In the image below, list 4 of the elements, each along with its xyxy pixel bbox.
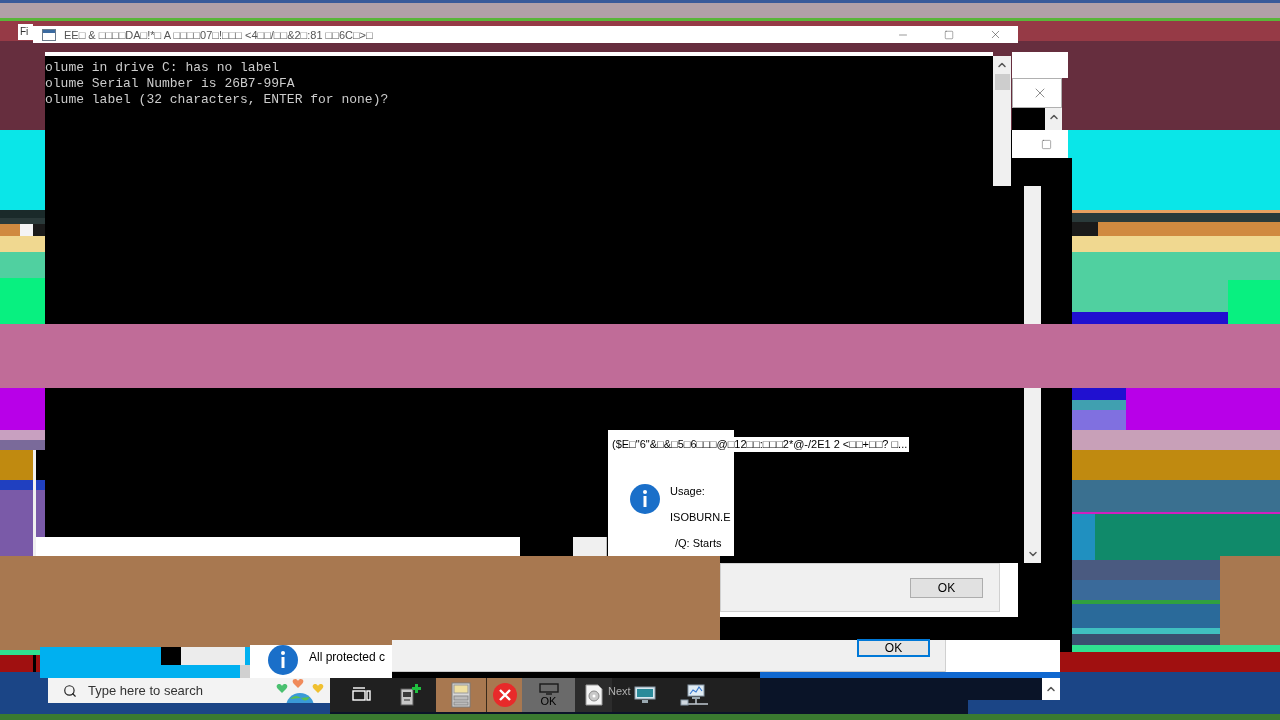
message-text: ISOBURN.E: [670, 510, 731, 524]
taskbar-label: Next: [608, 684, 631, 698]
message-text: /Q: Starts: [675, 536, 723, 550]
notification-text: All protected c: [309, 650, 386, 664]
